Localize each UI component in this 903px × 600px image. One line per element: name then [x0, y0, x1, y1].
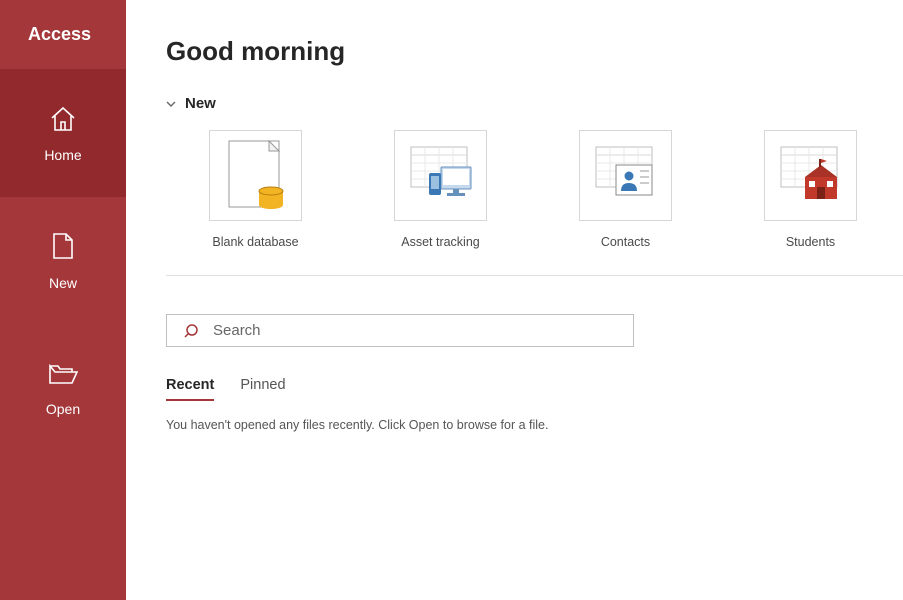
template-students[interactable]: Students — [764, 130, 857, 249]
new-section-header[interactable]: New — [163, 95, 903, 112]
nav-label: Home — [44, 147, 81, 163]
folder-open-icon — [48, 362, 78, 391]
sidebar: Access Home New Open — [0, 0, 126, 600]
search-icon — [183, 323, 199, 339]
template-contacts[interactable]: Contacts — [579, 130, 672, 249]
search-input[interactable] — [213, 322, 617, 339]
nav-open[interactable]: Open — [0, 325, 126, 453]
template-label: Asset tracking — [401, 235, 480, 249]
app-title: Access — [0, 0, 126, 69]
search-box[interactable] — [166, 314, 634, 347]
template-blank-database[interactable]: Blank database — [209, 130, 302, 249]
template-thumbnail — [394, 130, 487, 221]
template-asset-tracking[interactable]: Asset tracking — [394, 130, 487, 249]
chevron-down-icon — [163, 96, 179, 112]
template-label: Blank database — [212, 235, 298, 249]
nav-new[interactable]: New — [0, 197, 126, 325]
page-title: Good morning — [166, 36, 903, 67]
home-icon — [48, 104, 78, 137]
templates-row: Blank database — [166, 130, 903, 276]
template-label: Students — [786, 235, 835, 249]
nav-home[interactable]: Home — [0, 69, 126, 197]
tab-recent[interactable]: Recent — [166, 377, 214, 401]
main-content: Good morning New Blank database — [126, 0, 903, 600]
section-title: New — [185, 95, 216, 112]
template-thumbnail — [764, 130, 857, 221]
nav-label: Open — [46, 401, 80, 417]
document-icon — [52, 232, 74, 265]
template-thumbnail — [209, 130, 302, 221]
nav-label: New — [49, 275, 77, 291]
tab-pinned[interactable]: Pinned — [240, 377, 285, 401]
tabs: Recent Pinned — [166, 377, 903, 401]
empty-message: You haven't opened any files recently. C… — [166, 418, 903, 432]
template-label: Contacts — [601, 235, 650, 249]
template-thumbnail — [579, 130, 672, 221]
